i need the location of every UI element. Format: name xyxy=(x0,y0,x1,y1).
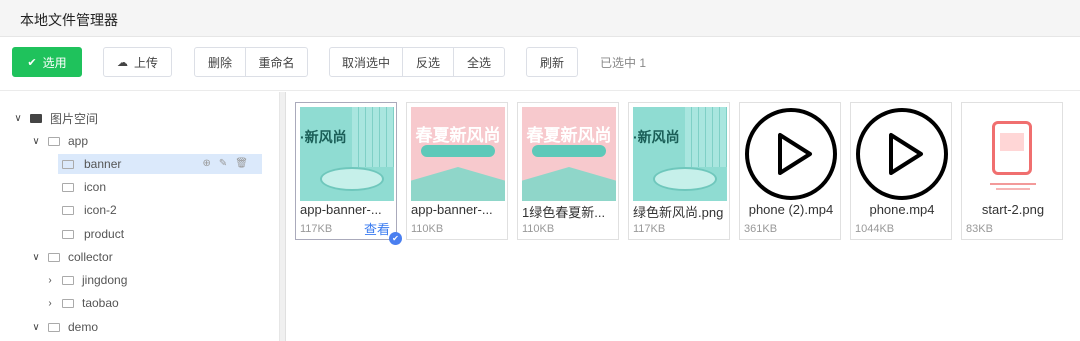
image-thumbnail xyxy=(966,107,1060,201)
chevron-down-icon[interactable]: ∨ xyxy=(30,252,42,263)
tree-node-product[interactable]: product xyxy=(58,224,124,244)
add-icon[interactable]: ⊕ xyxy=(203,158,219,169)
upload-button[interactable]: ☁ 上传 xyxy=(103,47,172,77)
folder-icon xyxy=(62,298,74,308)
tree-node-app[interactable]: ∨ app xyxy=(30,131,88,151)
folder-tree: ∨ 图片空间 ∨ app banner ⊕✎🗑 icon icon-2 prod… xyxy=(0,92,280,341)
selection-button-group: 取消选中 反选 全选 xyxy=(329,47,505,77)
tree-node-collector[interactable]: ∨ collector xyxy=(30,247,113,267)
deselect-button[interactable]: 取消选中 xyxy=(330,48,403,76)
tree-label: icon xyxy=(84,180,107,194)
file-card[interactable]: ·新风尚 app-banner-... 117KB 查看 ✔ xyxy=(295,102,402,245)
image-thumbnail: ·新风尚 xyxy=(633,107,727,201)
image-thumbnail: 春夏新风尚 xyxy=(411,107,505,201)
view-link[interactable]: 查看 xyxy=(364,219,390,238)
chevron-down-icon[interactable]: ∨ xyxy=(12,113,24,124)
chevron-right-icon[interactable]: › xyxy=(44,275,56,286)
file-name: start-2.png xyxy=(981,202,1045,217)
file-card[interactable]: start-2.png 83KB xyxy=(961,102,1063,240)
file-name: phone (2).mp4 xyxy=(748,202,834,217)
folder-icon xyxy=(62,205,74,215)
file-card[interactable]: phone (2).mp4 361KB xyxy=(739,102,841,240)
tree-node-jingdong[interactable]: › jingdong xyxy=(44,270,127,290)
file-size: 361KB xyxy=(744,223,778,235)
tree-node-root[interactable]: ∨ 图片空间 xyxy=(12,108,98,128)
tree-node-banner[interactable]: banner ⊕✎🗑 xyxy=(58,154,262,174)
folder-icon xyxy=(62,275,74,285)
folder-icon xyxy=(48,322,60,332)
splitter-scrollbar[interactable] xyxy=(280,92,286,341)
folder-icon xyxy=(62,182,74,192)
upload-label: 上传 xyxy=(133,55,158,70)
select-label: 选用 xyxy=(42,55,67,70)
selection-status: 已选中 1 xyxy=(600,56,647,70)
chevron-down-icon[interactable]: ∨ xyxy=(30,136,42,147)
tree-node-taobao[interactable]: › taobao xyxy=(44,293,119,313)
file-name: app-banner-... xyxy=(300,202,382,217)
tree-label: banner xyxy=(84,157,122,171)
video-thumbnail xyxy=(744,107,838,201)
select-all-button[interactable]: 全选 xyxy=(454,48,504,76)
file-card[interactable]: phone.mp4 1044KB xyxy=(850,102,952,240)
video-thumbnail xyxy=(855,107,949,201)
folder-icon xyxy=(62,229,74,239)
tree-label: 图片空间 xyxy=(50,111,99,126)
file-size: 1044KB xyxy=(855,223,895,235)
file-size: 83KB xyxy=(966,223,993,235)
file-card[interactable]: 春夏新风尚 app-banner-... 110KB xyxy=(406,102,508,240)
tree-label: demo xyxy=(68,320,99,334)
edit-button-group: 删除 重命名 xyxy=(194,47,308,77)
tree-node-icon-2[interactable]: icon-2 xyxy=(58,200,117,220)
rename-button[interactable]: 重命名 xyxy=(246,48,307,76)
check-badge-icon: ✔ xyxy=(389,232,402,245)
invert-selection-button[interactable]: 反选 xyxy=(403,48,454,76)
tree-label: product xyxy=(84,227,125,241)
file-size: 110KB xyxy=(522,223,555,235)
folder-icon xyxy=(48,136,60,146)
file-size: 110KB xyxy=(411,223,444,235)
chevron-right-icon[interactable]: › xyxy=(44,298,56,309)
cloud-upload-icon: ☁ xyxy=(116,56,128,69)
image-thumbnail: ·新风尚 xyxy=(300,107,394,201)
tree-node-demo[interactable]: ∨ demo xyxy=(30,317,98,337)
tree-node-icon[interactable]: icon xyxy=(58,177,106,197)
folder-icon xyxy=(48,252,60,262)
file-name: 绿色新风尚.png xyxy=(633,205,724,220)
file-size: 117KB xyxy=(633,223,666,235)
tree-label: app xyxy=(68,134,89,148)
file-card[interactable]: 春夏新风尚 1绿色春夏新... 110KB xyxy=(517,102,619,240)
file-name: app-banner-... xyxy=(411,202,493,217)
chevron-down-icon[interactable]: ∨ xyxy=(30,322,42,333)
window-title: 本地文件管理器 xyxy=(0,0,1080,37)
image-thumbnail: 春夏新风尚 xyxy=(522,107,616,201)
refresh-button[interactable]: 刷新 xyxy=(526,47,578,77)
play-icon xyxy=(856,108,948,200)
edit-icon[interactable]: ✎ xyxy=(219,158,235,169)
folder-icon xyxy=(30,113,42,123)
play-icon xyxy=(745,108,837,200)
node-actions: ⊕✎🗑 xyxy=(203,158,256,169)
trash-icon[interactable]: 🗑 xyxy=(235,158,256,169)
tree-label: collector xyxy=(68,250,113,264)
file-name: 1绿色春夏新... xyxy=(522,205,606,220)
file-name: phone.mp4 xyxy=(869,202,935,217)
select-button[interactable]: ✔ 选用 xyxy=(12,47,82,77)
tree-label: taobao xyxy=(82,296,119,310)
check-icon: ✔ xyxy=(27,56,37,69)
tree-label: icon-2 xyxy=(84,203,117,217)
tree-label: jingdong xyxy=(82,273,128,287)
toolbar: ✔ 选用 ☁ 上传 删除 重命名 取消选中 反选 全选 刷新 已选中 1 xyxy=(0,37,1080,91)
file-size: 117KB xyxy=(300,223,333,235)
file-card[interactable]: ·新风尚 绿色新风尚.png 117KB xyxy=(628,102,730,240)
folder-icon xyxy=(62,159,74,169)
delete-button[interactable]: 删除 xyxy=(195,48,246,76)
